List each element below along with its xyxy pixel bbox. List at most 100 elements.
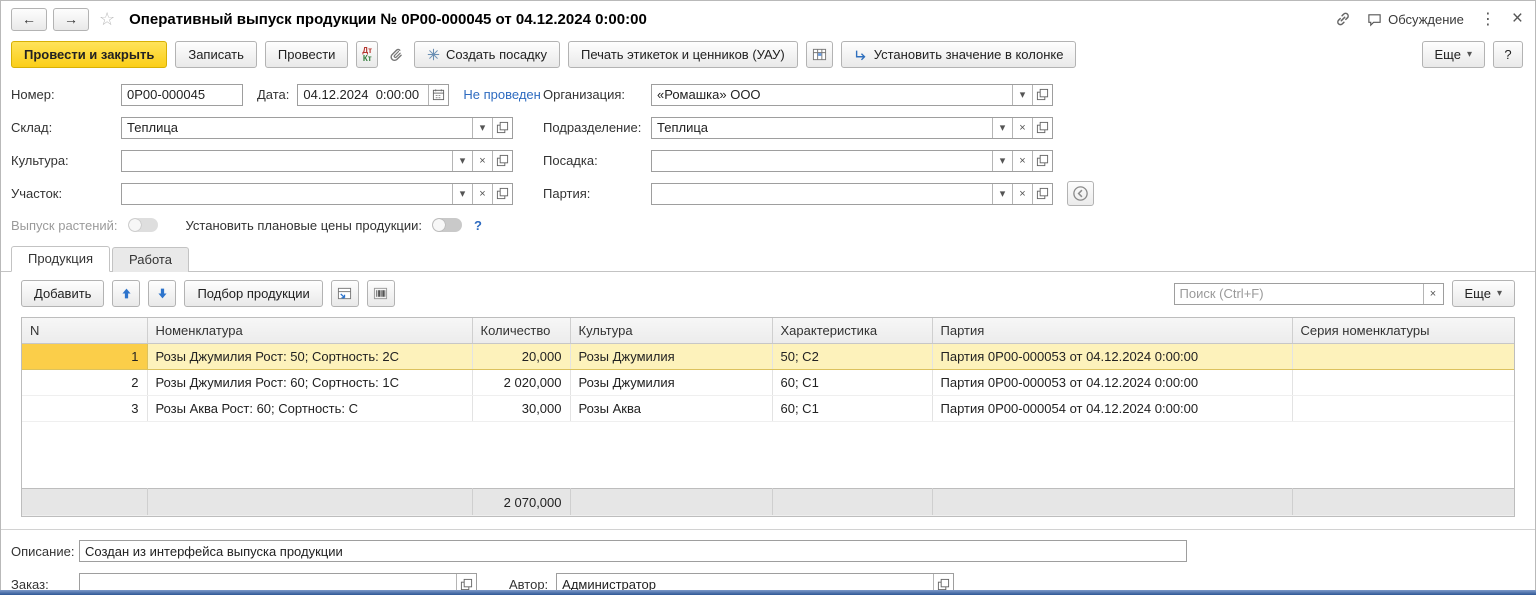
planned-prices-toggle[interactable]	[432, 218, 462, 232]
post-button[interactable]: Провести	[265, 41, 349, 68]
culture-input[interactable]	[122, 151, 452, 171]
open-icon[interactable]	[1032, 151, 1052, 171]
back-button[interactable]: ←	[11, 8, 47, 31]
tab-work[interactable]: Работа	[112, 247, 189, 272]
forward-button[interactable]: →	[53, 8, 89, 31]
tab-products[interactable]: Продукция	[11, 246, 110, 272]
cell-culture[interactable]: Розы Аква	[570, 396, 772, 422]
move-up-button[interactable]	[112, 280, 140, 307]
date-field[interactable]	[297, 84, 449, 106]
table-row[interactable]: 1 Розы Джумилия Рост: 50; Сортность: 2С …	[22, 344, 1514, 370]
department-field[interactable]: ▾ ×	[651, 117, 1053, 139]
dropdown-icon[interactable]: ▾	[992, 118, 1012, 138]
culture-field[interactable]: ▾ ×	[121, 150, 513, 172]
cell-culture[interactable]: Розы Джумилия	[570, 344, 772, 370]
column-header-n[interactable]: N	[22, 318, 147, 344]
help-button[interactable]: ?	[1493, 41, 1523, 68]
batch-field[interactable]: ▾ ×	[651, 183, 1053, 205]
set-column-value-button[interactable]: Установить значение в колонке	[841, 41, 1077, 68]
column-header-nomenclature[interactable]: Номенклатура	[147, 318, 472, 344]
clear-icon[interactable]: ×	[472, 184, 492, 204]
planting-input[interactable]	[652, 151, 992, 171]
cell-nomenclature[interactable]: Розы Джумилия Рост: 60; Сортность: 1С	[147, 370, 472, 396]
close-icon[interactable]: ×	[1512, 8, 1523, 30]
cell-series[interactable]	[1292, 344, 1514, 370]
batch-input[interactable]	[652, 184, 992, 204]
dropdown-icon[interactable]: ▾	[472, 118, 492, 138]
move-down-button[interactable]	[148, 280, 176, 307]
dtkt-button[interactable]: ДтКт	[356, 41, 378, 68]
create-planting-button[interactable]: Создать посадку	[414, 41, 560, 68]
description-field[interactable]	[79, 540, 1187, 562]
print-labels-button[interactable]: Печать этикеток и ценников (УАУ)	[568, 41, 798, 68]
dropdown-icon[interactable]: ▾	[992, 184, 1012, 204]
description-input[interactable]	[80, 541, 1186, 561]
cell-quantity[interactable]: 30,000	[472, 396, 570, 422]
table-row[interactable]: 3 Розы Аква Рост: 60; Сортность: С 30,00…	[22, 396, 1514, 422]
cell-n[interactable]: 2	[22, 370, 147, 396]
plot-input[interactable]	[122, 184, 452, 204]
dropdown-icon[interactable]: ▾	[1012, 85, 1032, 105]
open-icon[interactable]	[492, 151, 512, 171]
calendar-icon[interactable]	[428, 85, 448, 105]
dropdown-icon[interactable]: ▾	[992, 151, 1012, 171]
cell-series[interactable]	[1292, 396, 1514, 422]
add-row-button[interactable]: Добавить	[21, 280, 104, 307]
cell-quantity[interactable]: 20,000	[472, 344, 570, 370]
cell-characteristic[interactable]: 60; С1	[772, 370, 932, 396]
table-row[interactable]: 2 Розы Джумилия Рост: 60; Сортность: 1С …	[22, 370, 1514, 396]
fill-table-button[interactable]	[331, 280, 359, 307]
plants-output-toggle[interactable]	[128, 218, 158, 232]
clear-icon[interactable]: ×	[1012, 184, 1032, 204]
cell-batch[interactable]: Партия 0Р00-000053 от 04.12.2024 0:00:00	[932, 344, 1292, 370]
column-header-culture[interactable]: Культура	[570, 318, 772, 344]
table-more-button[interactable]: Еще ▾	[1452, 280, 1515, 307]
write-button[interactable]: Записать	[175, 41, 257, 68]
cell-characteristic[interactable]: 60; С1	[772, 396, 932, 422]
organization-field[interactable]: ▾	[651, 84, 1053, 106]
table-columns-button[interactable]	[806, 41, 833, 68]
cell-batch[interactable]: Партия 0Р00-000054 от 04.12.2024 0:00:00	[932, 396, 1292, 422]
discussion-button[interactable]: Обсуждение	[1367, 12, 1464, 27]
clear-icon[interactable]: ×	[1012, 118, 1032, 138]
cell-characteristic[interactable]: 50; С2	[772, 344, 932, 370]
open-icon[interactable]	[1032, 184, 1052, 204]
attachments-button[interactable]	[386, 45, 406, 65]
cell-n[interactable]: 3	[22, 396, 147, 422]
post-and-close-button[interactable]: Провести и закрыть	[11, 41, 167, 68]
cell-batch[interactable]: Партия 0Р00-000053 от 04.12.2024 0:00:00	[932, 370, 1292, 396]
number-input[interactable]	[122, 85, 242, 105]
cell-n[interactable]: 1	[22, 344, 147, 370]
warehouse-input[interactable]	[122, 118, 472, 138]
column-header-series[interactable]: Серия номенклатуры	[1292, 318, 1514, 344]
cell-nomenclature[interactable]: Розы Джумилия Рост: 50; Сортность: 2С	[147, 344, 472, 370]
pick-products-button[interactable]: Подбор продукции	[184, 280, 322, 307]
number-field[interactable]	[121, 84, 243, 106]
planting-field[interactable]: ▾ ×	[651, 150, 1053, 172]
table-empty-area[interactable]	[22, 422, 1514, 488]
column-header-characteristic[interactable]: Характеристика	[772, 318, 932, 344]
column-header-batch[interactable]: Партия	[932, 318, 1292, 344]
date-input[interactable]	[298, 85, 428, 105]
clear-icon[interactable]: ×	[1012, 151, 1032, 171]
barcode-scanner-button[interactable]	[367, 280, 395, 307]
plot-field[interactable]: ▾ ×	[121, 183, 513, 205]
open-icon[interactable]	[492, 118, 512, 138]
search-clear-icon[interactable]: ×	[1423, 284, 1443, 304]
warehouse-field[interactable]: ▾	[121, 117, 513, 139]
organization-input[interactable]	[652, 85, 1012, 105]
dropdown-icon[interactable]: ▾	[452, 184, 472, 204]
open-icon[interactable]	[492, 184, 512, 204]
search-field[interactable]: ×	[1174, 283, 1444, 305]
department-input[interactable]	[652, 118, 992, 138]
back-circle-button[interactable]	[1067, 181, 1094, 206]
open-icon[interactable]	[1032, 85, 1052, 105]
planned-prices-help-link[interactable]: ?	[474, 218, 482, 233]
cell-nomenclature[interactable]: Розы Аква Рост: 60; Сортность: С	[147, 396, 472, 422]
kebab-menu-icon[interactable]: ⋮	[1480, 9, 1496, 29]
search-input[interactable]	[1175, 284, 1423, 304]
get-link-icon[interactable]	[1335, 11, 1351, 27]
cell-series[interactable]	[1292, 370, 1514, 396]
dropdown-icon[interactable]: ▾	[452, 151, 472, 171]
open-icon[interactable]	[1032, 118, 1052, 138]
